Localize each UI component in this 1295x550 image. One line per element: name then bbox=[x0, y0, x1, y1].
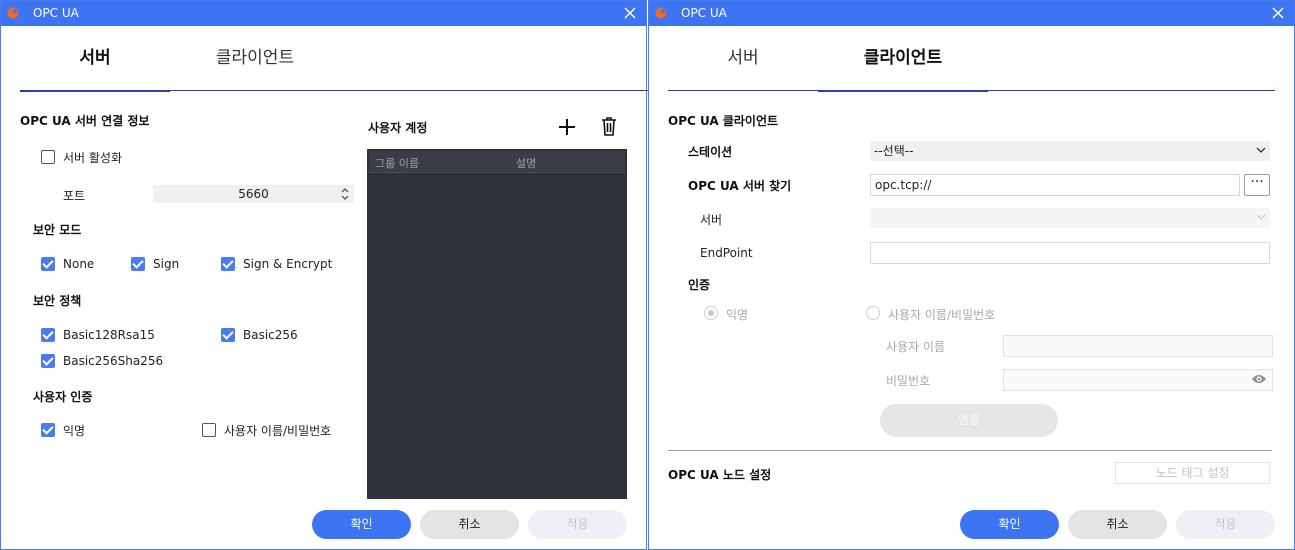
connect-button[interactable]: 연결 bbox=[880, 404, 1058, 437]
stepper-arrows-icon[interactable] bbox=[340, 187, 350, 201]
auth-userpass-label: 사용자 이름/비밀번호 bbox=[224, 424, 332, 438]
policy-basic256-checkbox[interactable] bbox=[221, 328, 235, 342]
title-bar: OPC UA bbox=[649, 1, 1294, 26]
tab-server[interactable]: 서버 bbox=[668, 25, 818, 91]
user-accounts-title: 사용자 계정 bbox=[368, 121, 428, 135]
close-icon[interactable] bbox=[622, 5, 638, 21]
policy-basic128-checkbox[interactable] bbox=[41, 328, 55, 342]
chevron-down-icon bbox=[1256, 214, 1266, 220]
ok-button[interactable]: 확인 bbox=[312, 510, 411, 539]
policy-basic256-label: Basic256 bbox=[243, 328, 298, 342]
close-icon[interactable] bbox=[1270, 5, 1286, 21]
mode-sign-label: Sign bbox=[153, 257, 180, 271]
mode-sign-encrypt-label: Sign & Encrypt bbox=[243, 257, 333, 271]
find-server-label: OPC UA 서버 찾기 bbox=[688, 179, 792, 193]
server-select[interactable] bbox=[870, 208, 1270, 228]
window-title: OPC UA bbox=[681, 6, 727, 20]
mode-sign-encrypt-checkbox[interactable] bbox=[221, 257, 235, 271]
enable-server-checkbox[interactable] bbox=[41, 150, 55, 164]
table-header: 그룹 이름 설명 bbox=[369, 151, 625, 173]
policy-basic256sha256-label: Basic256Sha256 bbox=[63, 354, 164, 368]
security-mode-title: 보안 모드 bbox=[33, 223, 82, 237]
user-accounts-table[interactable]: 그룹 이름 설명 bbox=[367, 149, 627, 499]
server-url-input[interactable]: opc.tcp:// bbox=[870, 174, 1240, 196]
user-auth-title: 사용자 인증 bbox=[33, 390, 93, 404]
mode-sign-checkbox[interactable] bbox=[131, 257, 145, 271]
userpass-label: 사용자 이름/비밀번호 bbox=[888, 308, 996, 322]
tab-bar: 서버 클라이언트 bbox=[668, 25, 1275, 92]
port-value: 5660 bbox=[238, 187, 269, 201]
connection-info-title: OPC UA 서버 연결 정보 bbox=[20, 114, 150, 128]
station-select[interactable]: --선택-- bbox=[870, 141, 1270, 161]
title-bar: OPC UA bbox=[1, 1, 646, 26]
eye-icon[interactable] bbox=[1251, 373, 1267, 385]
column-group-name: 그룹 이름 bbox=[375, 157, 419, 170]
tab-server[interactable]: 서버 bbox=[20, 25, 170, 92]
node-tag-settings-button[interactable]: 노드 태그 설정 bbox=[1115, 462, 1270, 484]
cancel-button[interactable]: 취소 bbox=[420, 510, 519, 539]
apply-button[interactable]: 적용 bbox=[1176, 510, 1275, 539]
password-label: 비밀번호 bbox=[886, 374, 931, 388]
node-settings-title: OPC UA 노드 설정 bbox=[668, 468, 772, 482]
station-label: 스테이션 bbox=[688, 145, 733, 159]
cancel-button[interactable]: 취소 bbox=[1068, 510, 1167, 539]
policy-basic256sha256-checkbox[interactable] bbox=[41, 354, 55, 368]
password-input[interactable] bbox=[1003, 369, 1273, 391]
port-label: 포트 bbox=[63, 189, 86, 203]
mode-none-label: None bbox=[63, 257, 95, 271]
column-description: 설명 bbox=[516, 157, 537, 170]
chevron-down-icon bbox=[1256, 147, 1266, 153]
ok-button[interactable]: 확인 bbox=[960, 510, 1059, 539]
divider bbox=[668, 450, 1272, 451]
port-stepper[interactable]: 5660 bbox=[153, 185, 354, 203]
username-label: 사용자 이름 bbox=[886, 340, 946, 354]
enable-server-label: 서버 활성화 bbox=[63, 151, 123, 165]
endpoint-label: EndPoint bbox=[700, 246, 753, 260]
app-logo-icon bbox=[7, 7, 19, 19]
window-title: OPC UA bbox=[33, 6, 79, 20]
tab-client[interactable]: 클라이언트 bbox=[180, 25, 330, 91]
delete-icon[interactable] bbox=[599, 116, 619, 137]
server-label: 서버 bbox=[700, 213, 723, 227]
policy-basic128-label: Basic128Rsa15 bbox=[63, 328, 155, 342]
browse-button[interactable]: ··· bbox=[1244, 174, 1270, 196]
mode-none-checkbox[interactable] bbox=[41, 257, 55, 271]
auth-anonymous-label: 익명 bbox=[63, 424, 86, 438]
add-icon[interactable] bbox=[557, 117, 577, 137]
station-value: --선택-- bbox=[874, 144, 914, 158]
userpass-radio[interactable] bbox=[866, 306, 880, 320]
tab-client[interactable]: 클라이언트 bbox=[818, 25, 988, 92]
anonymous-radio[interactable] bbox=[704, 306, 718, 320]
server-url-value: opc.tcp:// bbox=[875, 178, 932, 192]
client-title: OPC UA 클라이언트 bbox=[668, 114, 779, 128]
auth-anonymous-checkbox[interactable] bbox=[41, 423, 55, 437]
endpoint-input[interactable] bbox=[870, 242, 1270, 264]
username-input[interactable] bbox=[1003, 335, 1273, 357]
anonymous-label: 익명 bbox=[726, 308, 749, 322]
apply-button[interactable]: 적용 bbox=[528, 510, 627, 539]
app-logo-icon bbox=[655, 7, 667, 19]
auth-title: 인증 bbox=[688, 278, 711, 292]
security-policy-title: 보안 정책 bbox=[33, 294, 82, 308]
auth-userpass-checkbox[interactable] bbox=[202, 423, 216, 437]
